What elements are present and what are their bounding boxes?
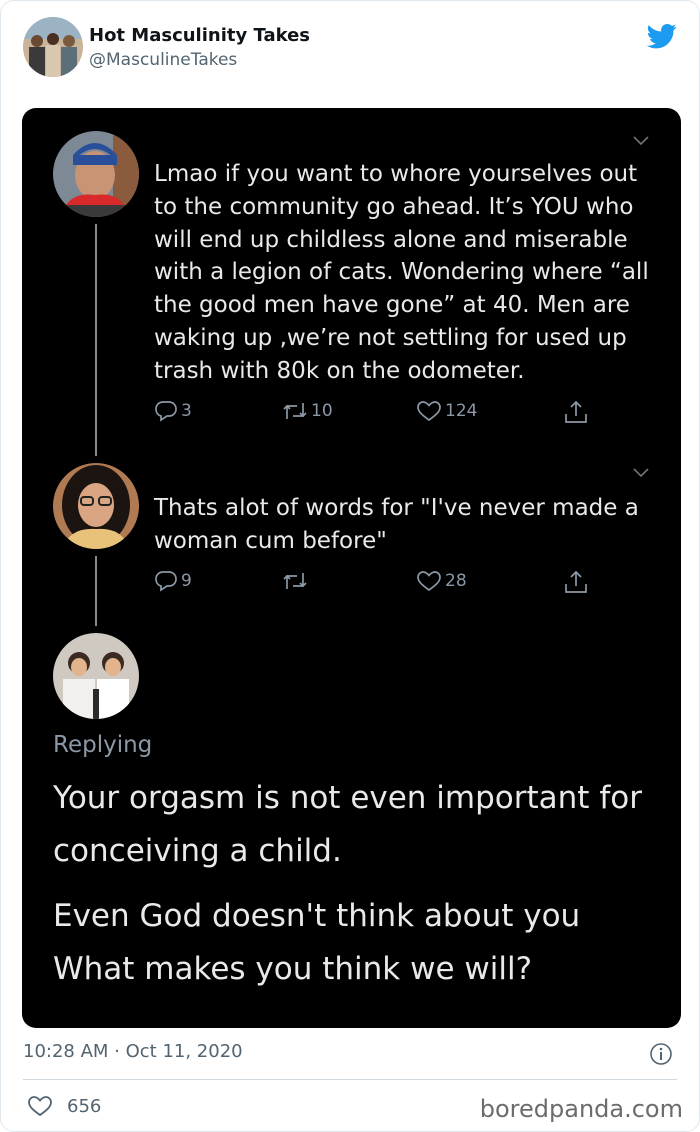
author-handle[interactable]: @MasculineTakes: [89, 50, 237, 70]
like-button[interactable]: 124: [416, 399, 477, 423]
retweet-icon: [283, 573, 307, 589]
reply-icon: [155, 571, 177, 592]
retweet-button[interactable]: 10: [282, 399, 333, 423]
reply-text: Lmao if you want to whore yourselves out…: [154, 161, 649, 384]
chevron-down-icon[interactable]: [633, 468, 649, 478]
tweet-card: Hot Masculinity Takes @MasculineTakes Lm…: [0, 0, 700, 1132]
share-icon: [565, 570, 587, 593]
reply-actions: 3 10 124: [154, 399, 587, 427]
composer-text[interactable]: Your orgasm is not even important for co…: [53, 772, 663, 878]
reply-icon: [155, 401, 177, 422]
avatar[interactable]: [53, 633, 139, 719]
tweet-header: Hot Masculinity Takes @MasculineTakes: [23, 17, 683, 81]
heart-icon: [28, 1096, 52, 1117]
thread-line: [95, 224, 97, 456]
watermark: boredpanda.com: [479, 1095, 683, 1123]
share-icon: [565, 400, 587, 423]
share-button[interactable]: [564, 399, 588, 425]
embedded-screenshot: Lmao if you want to whore yourselves out…: [22, 108, 681, 1028]
chevron-down-icon[interactable]: [633, 136, 649, 146]
like-button[interactable]: 656: [27, 1094, 101, 1118]
divider: [23, 1079, 677, 1080]
tweet-timestamp[interactable]: 10:28 AM · Oct 11, 2020: [23, 1041, 243, 1062]
like-count: 656: [67, 1095, 102, 1117]
replying-label: Replying: [53, 732, 153, 758]
twitter-bird-icon[interactable]: [645, 21, 679, 51]
author-name[interactable]: Hot Masculinity Takes: [89, 25, 310, 46]
retweet-icon: [283, 403, 307, 419]
author-avatar[interactable]: [23, 17, 83, 77]
reply-actions: 9 28: [154, 569, 587, 597]
avatar[interactable]: [53, 463, 139, 549]
like-button[interactable]: 28: [416, 569, 467, 593]
info-icon[interactable]: [649, 1042, 673, 1066]
heart-icon: [417, 401, 441, 422]
retweet-button[interactable]: [282, 569, 311, 593]
reply-text: Thats alot of words for "I've never made…: [154, 495, 639, 554]
avatar[interactable]: [53, 131, 139, 217]
composer-text[interactable]: Even God doesn't think about you What ma…: [53, 890, 663, 996]
reply-button[interactable]: 3: [154, 399, 192, 423]
heart-icon: [417, 571, 441, 592]
reply-button[interactable]: 9: [154, 569, 192, 593]
share-button[interactable]: [564, 569, 588, 595]
thread-line: [95, 556, 97, 626]
